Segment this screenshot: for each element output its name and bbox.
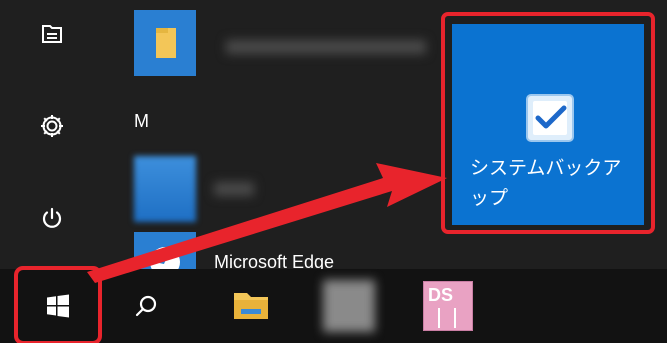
search-icon[interactable] xyxy=(120,269,172,343)
edge-icon xyxy=(134,232,196,269)
blurred-app-name xyxy=(226,40,426,54)
ds-app-label: DS xyxy=(428,285,454,305)
app-list-item-folder[interactable] xyxy=(130,10,440,76)
blurred-app-name xyxy=(214,182,254,196)
folder-icon xyxy=(134,10,196,76)
start-button-highlight-outline xyxy=(14,266,102,343)
power-icon[interactable] xyxy=(28,196,76,240)
blurred-app-icon xyxy=(134,156,196,222)
app-list-item-blurred[interactable] xyxy=(130,156,280,222)
blurred-app-icon[interactable] xyxy=(316,269,382,343)
settings-icon[interactable] xyxy=(28,104,76,148)
section-letter-header[interactable]: M xyxy=(134,111,149,132)
start-menu: M Microsoft Edge システムバックアップ DS xyxy=(0,0,667,343)
pictures-icon[interactable] xyxy=(28,12,76,56)
file-explorer-icon[interactable] xyxy=(222,269,280,343)
ds-app-icon[interactable]: DS xyxy=(418,269,478,343)
tile-highlight-outline xyxy=(441,12,655,234)
